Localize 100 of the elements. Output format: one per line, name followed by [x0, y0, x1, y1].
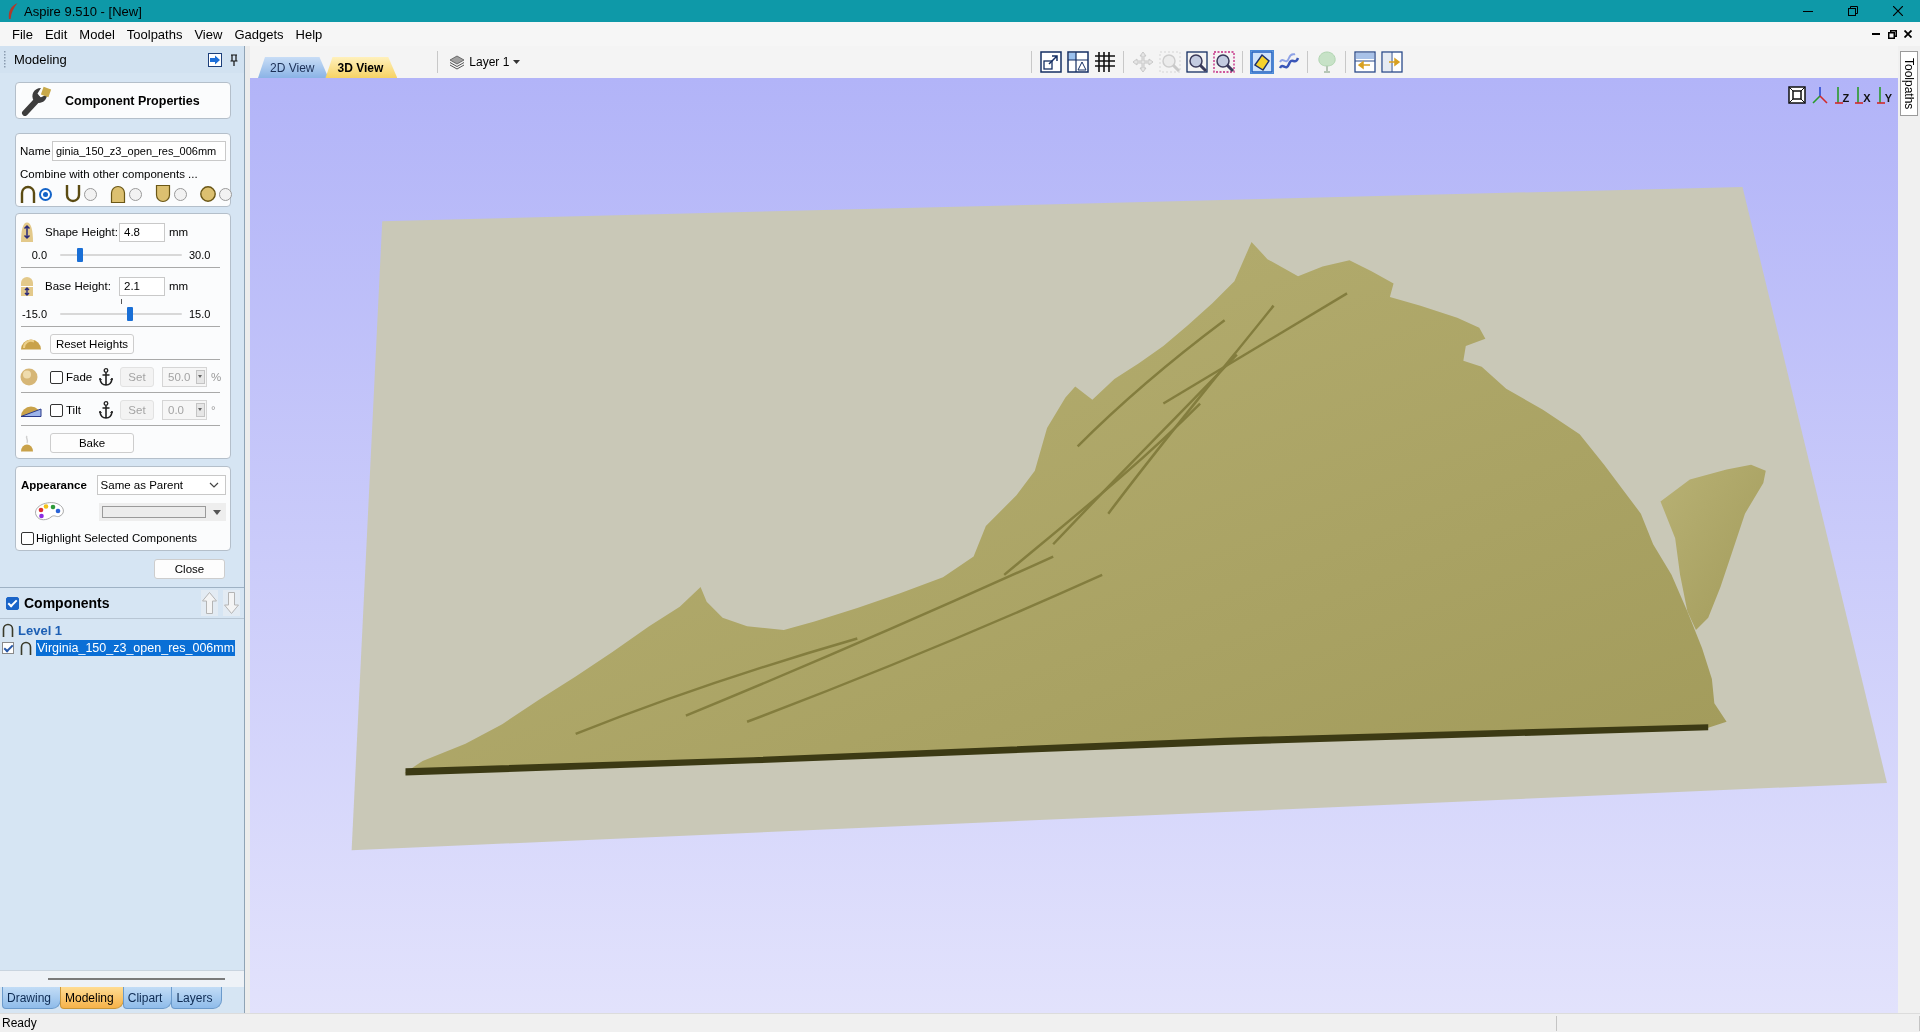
dock-arrow-icon[interactable]	[208, 52, 222, 67]
axes-icon	[1875, 86, 1885, 104]
combine-label: Combine with other components ...	[20, 167, 199, 182]
minimize-icon	[1872, 33, 1880, 35]
status-text: Ready	[2, 1016, 38, 1030]
radio-button[interactable]	[39, 187, 52, 201]
view-direction-button[interactable]: Y	[1875, 86, 1892, 104]
unit-label: mm	[169, 280, 189, 292]
radio-button[interactable]	[174, 187, 187, 201]
feather-icon	[8, 3, 18, 19]
toolbar-button[interactable]	[1065, 50, 1090, 74]
menu-item[interactable]: Edit	[38, 23, 74, 45]
bake-button[interactable]: Bake	[50, 433, 134, 453]
menu-item[interactable]: Toolpaths	[120, 23, 189, 45]
palette-icon	[33, 501, 65, 523]
field-label: Base Height:	[45, 280, 112, 292]
field-label: Appearance	[21, 479, 88, 491]
anchor-icon[interactable]	[99, 401, 113, 419]
axes-icon	[1810, 86, 1829, 104]
range-label: -15.0	[20, 308, 47, 320]
toolbar-button[interactable]	[1092, 50, 1117, 74]
panel-tab[interactable]: Modeling	[60, 987, 124, 1009]
name-field[interactable]: ginia_150_z3_open_res_006mm	[52, 141, 226, 161]
tick-mark	[120, 299, 122, 304]
shaded-tile-icon	[1250, 51, 1273, 73]
panel-tab[interactable]: Clipart	[122, 987, 173, 1009]
arch-icon	[20, 641, 32, 655]
tree-icon	[1315, 51, 1338, 73]
layers-icon	[449, 54, 466, 70]
menu-item[interactable]: Gadgets	[228, 23, 290, 45]
color-dropdown[interactable]	[98, 503, 226, 521]
radio-button[interactable]	[219, 187, 232, 201]
view-tab[interactable]: 3D View	[325, 57, 398, 78]
slider-track[interactable]	[60, 307, 182, 321]
u-shape-icon	[65, 185, 81, 203]
component-item[interactable]: Virginia_150_z3_open_res_006mm	[36, 640, 236, 656]
layout-grid-icon	[1066, 51, 1089, 73]
horizontal-scrollbar[interactable]	[0, 970, 244, 987]
pin-icon[interactable]	[230, 53, 238, 66]
panel-tab[interactable]: Drawing	[2, 987, 61, 1009]
dome-height-icon	[20, 222, 34, 242]
slider-track[interactable]	[60, 248, 182, 262]
view-button[interactable]	[1787, 86, 1806, 104]
number-field[interactable]: 2.1	[119, 276, 165, 296]
panel-tab[interactable]: Layers	[171, 987, 223, 1009]
side-tab[interactable]: Toolpaths	[1900, 51, 1918, 117]
checkbox-label: Tilt	[66, 404, 82, 416]
level-item[interactable]: Level 1	[18, 622, 63, 638]
close-button[interactable]: Close	[154, 559, 225, 579]
range-label: 0.0	[30, 249, 47, 261]
view-direction-button[interactable]: Z	[1833, 86, 1850, 104]
layer-dropdown[interactable]: Layer 1	[447, 54, 523, 70]
toolbar-button[interactable]	[1211, 50, 1236, 74]
grip-icon[interactable]	[3, 51, 6, 68]
slider-thumb[interactable]	[126, 307, 133, 321]
menu-item[interactable]: Model	[73, 23, 121, 45]
unit-label: °	[211, 404, 216, 416]
appearance-dropdown[interactable]: Same as Parent	[96, 475, 226, 495]
move-arrows-icon	[1131, 51, 1154, 73]
checkbox-label: Fade	[66, 371, 94, 383]
reset-heights-button[interactable]: Reset Heights	[50, 334, 134, 354]
filled-arch-icon	[110, 185, 126, 203]
panel-title: Modeling	[14, 52, 67, 67]
axes-icon	[1833, 86, 1843, 104]
slider-thumb[interactable]	[76, 248, 83, 262]
filled-circle-icon	[200, 185, 216, 203]
resize-box-icon	[1039, 51, 1062, 73]
restore-icon	[1847, 6, 1858, 16]
checkbox[interactable]	[2, 642, 14, 654]
close-icon	[1892, 6, 1903, 16]
toolbar-button[interactable]	[1038, 50, 1063, 74]
magnifier-icon	[1158, 51, 1181, 73]
sphere-icon	[20, 368, 38, 386]
chevron-down-icon	[209, 482, 219, 488]
panel-heading: Component Properties	[65, 93, 200, 108]
anchor-icon[interactable]	[99, 368, 113, 386]
toolbar-button[interactable]	[1249, 50, 1274, 74]
number-field[interactable]: 4.8	[119, 222, 165, 242]
menu-item[interactable]: View	[188, 23, 229, 45]
caret-down-icon	[212, 509, 221, 515]
toolbar-button[interactable]	[1184, 50, 1209, 74]
restore-icon	[1887, 29, 1897, 39]
checkbox[interactable]	[21, 531, 34, 545]
view-tab[interactable]: 2D View	[258, 57, 329, 78]
radio-button[interactable]	[129, 187, 142, 201]
caret-down-icon	[513, 60, 521, 64]
menu-item[interactable]: Help	[289, 23, 329, 45]
down-arrow-icon	[224, 592, 239, 614]
arch-icon	[2, 623, 14, 637]
up-arrow-icon	[202, 592, 217, 614]
radio-button[interactable]	[84, 187, 97, 201]
range-label: 15.0	[189, 308, 211, 320]
range-label: 30.0	[189, 249, 211, 261]
unit-label: mm	[169, 226, 189, 238]
checkbox-label: Highlight Selected Components	[36, 532, 198, 544]
view-direction-button[interactable]: X	[1854, 86, 1871, 104]
menu-item[interactable]: File	[6, 23, 39, 45]
section-title: Components	[24, 595, 110, 611]
checkbox[interactable]	[6, 596, 19, 610]
close-icon	[1904, 30, 1912, 38]
